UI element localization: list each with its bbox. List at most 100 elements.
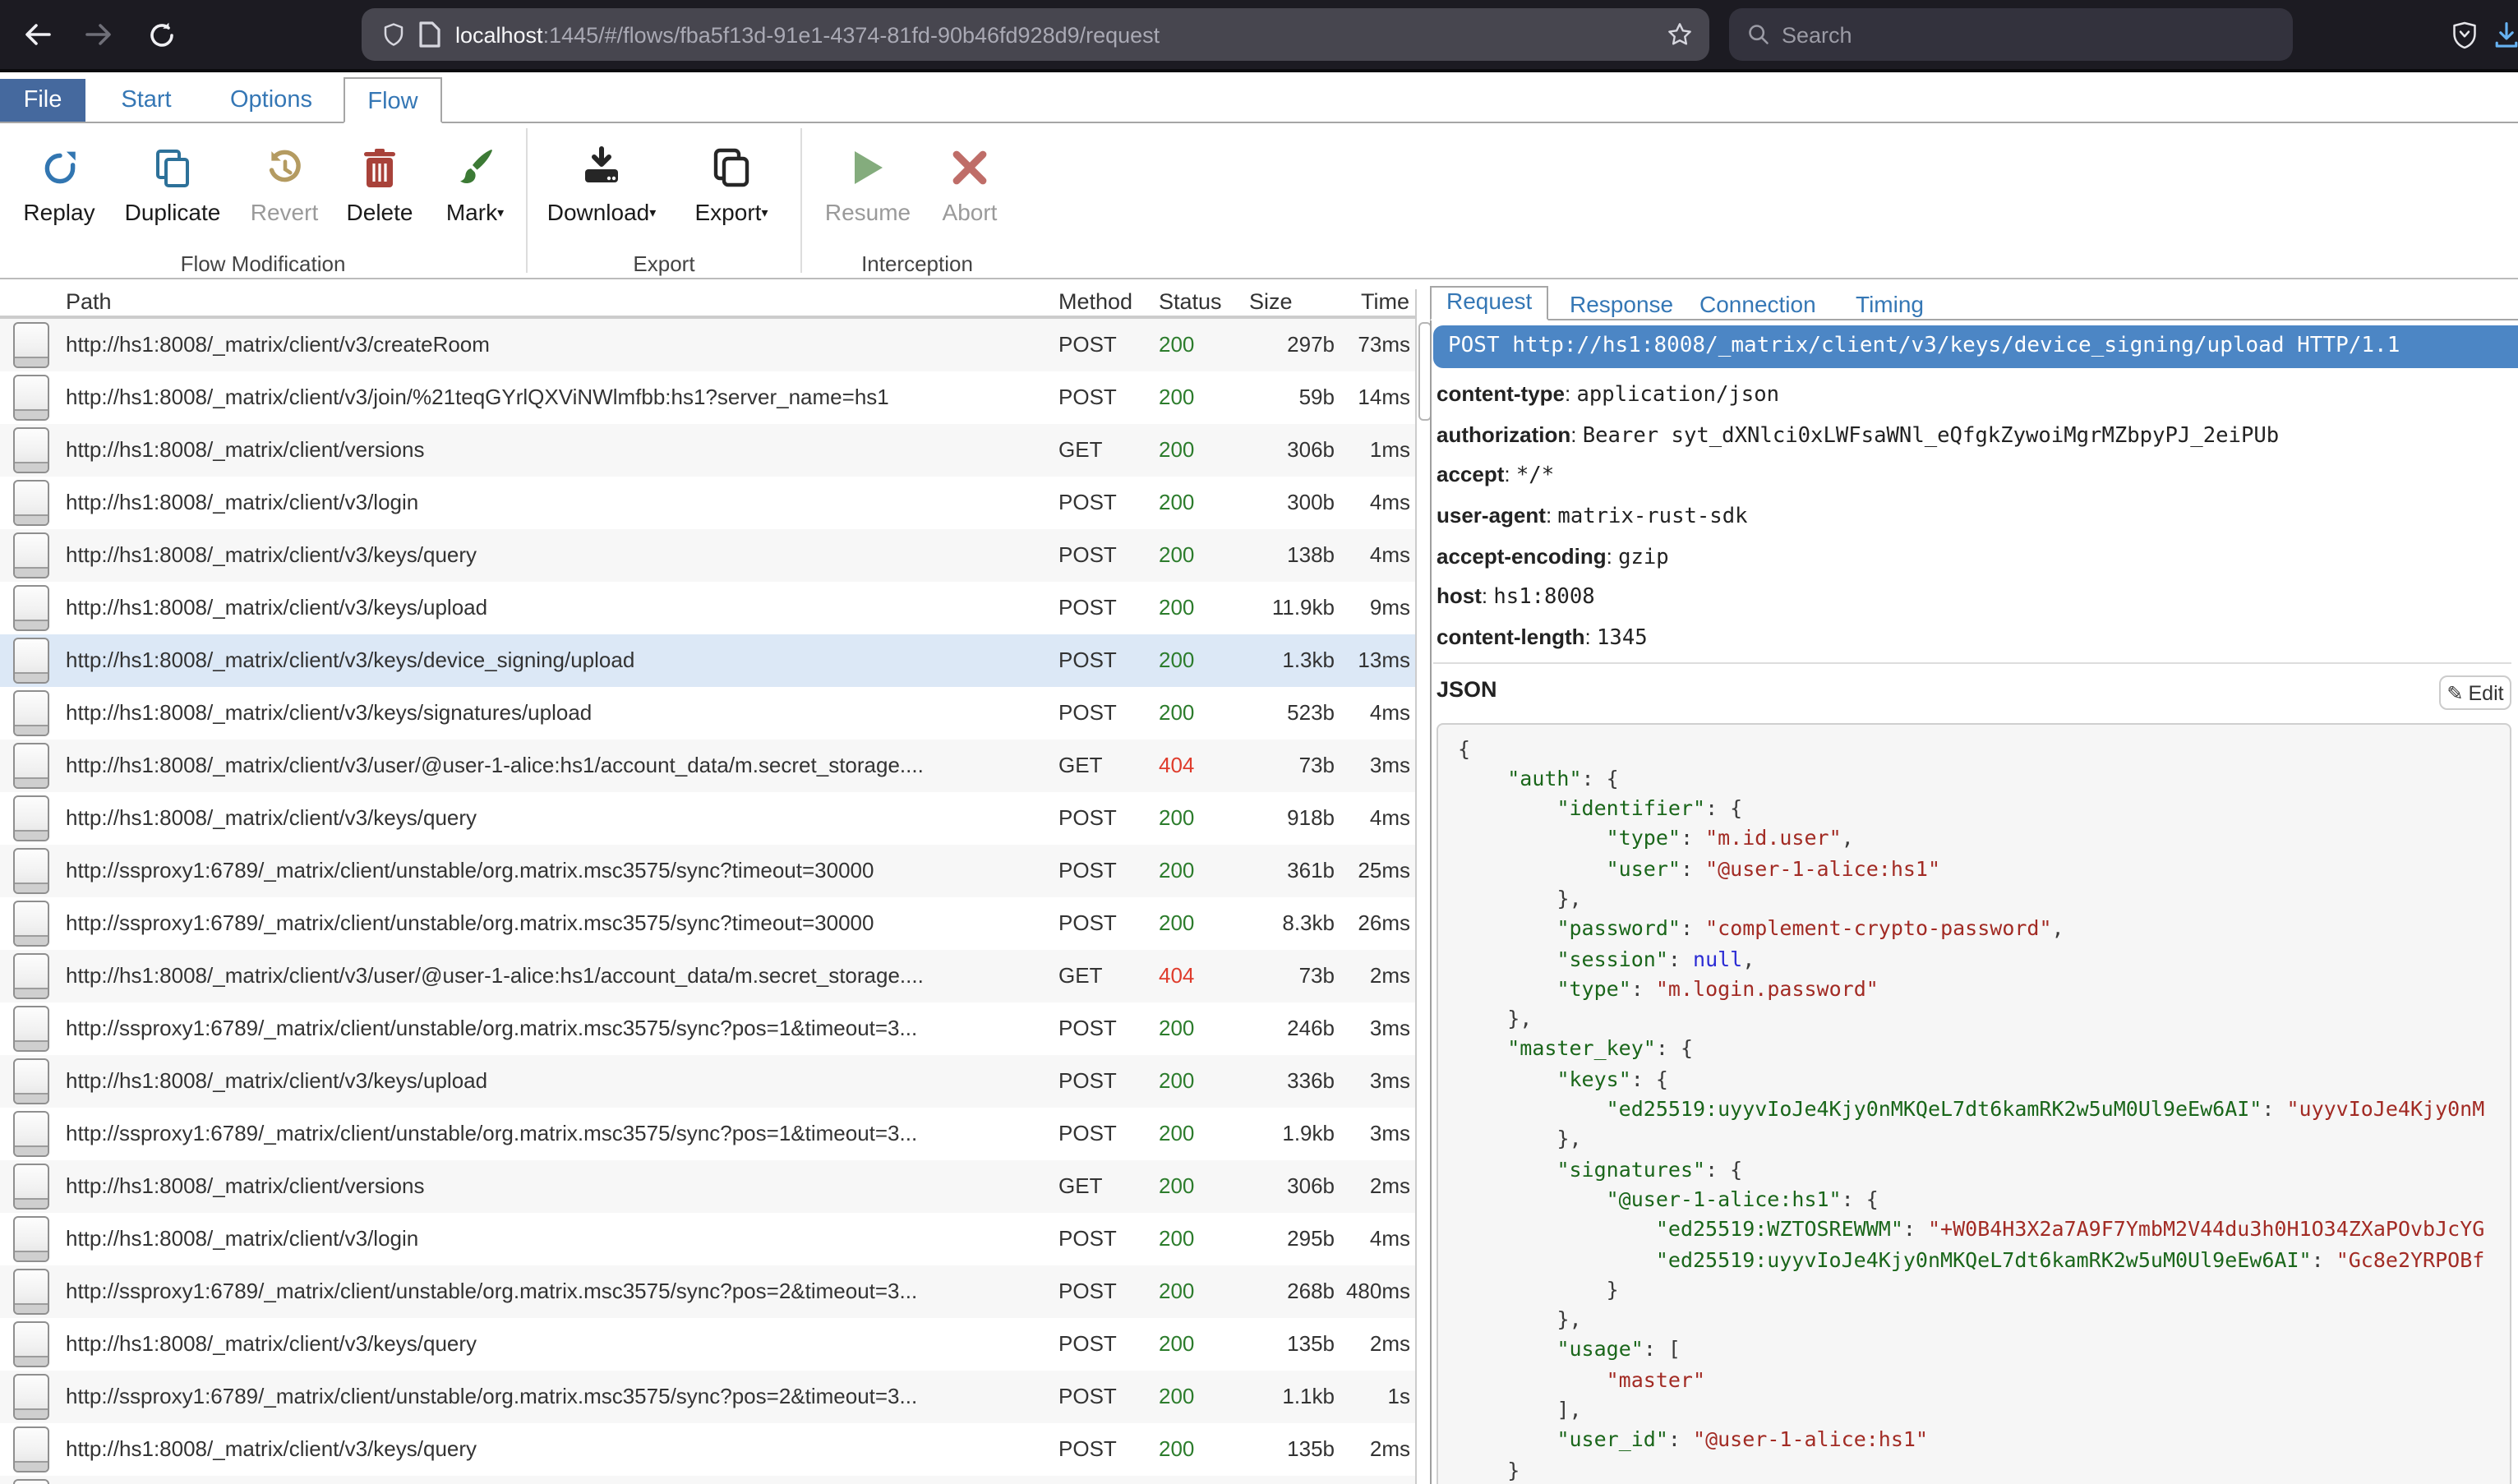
flow-row[interactable]: http://hs1:8008/_matrix/client/v3/keys/u…	[0, 1055, 1415, 1108]
export-button[interactable]: Export▾	[680, 143, 782, 225]
tab-response[interactable]: Response	[1555, 290, 1688, 318]
json-token-p: : {	[1656, 1036, 1693, 1061]
flow-time: 9ms	[1315, 582, 1410, 634]
flow-row[interactable]: http://hs1:8008/_matrix/client/v3/keys/q…	[0, 792, 1415, 845]
request-header[interactable]: content-length: 1345	[1437, 618, 2515, 658]
shield-icon[interactable]	[381, 21, 406, 48]
back-icon[interactable]	[16, 13, 59, 56]
request-header[interactable]: accept: */*	[1437, 456, 2515, 496]
flow-path: http://hs1:8008/_matrix/client/v3/login	[66, 477, 1052, 529]
flow-row[interactable]	[0, 1476, 1415, 1484]
flow-row[interactable]: http://hs1:8008/_matrix/client/v3/keys/q…	[0, 1318, 1415, 1371]
flow-table-header: Path Method Status Size Time	[0, 289, 1428, 316]
tab-file-label: File	[24, 87, 62, 113]
request-header[interactable]: content-type: application/json	[1437, 375, 2515, 415]
delete-button[interactable]: Delete	[339, 143, 421, 225]
json-token-k: "signatures"	[1556, 1156, 1705, 1181]
header-name: authorization	[1437, 422, 1570, 446]
reload-icon[interactable]	[140, 13, 182, 56]
flow-time: 2ms	[1315, 1423, 1410, 1476]
flow-row[interactable]: http://hs1:8008/_matrix/client/v3/keys/q…	[0, 1423, 1415, 1476]
flow-row[interactable]: http://ssproxy1:6789/_matrix/client/unst…	[0, 1371, 1415, 1423]
tab-file[interactable]: File	[0, 79, 85, 122]
flow-row[interactable]: http://hs1:8008/_matrix/client/v3/keys/s…	[0, 687, 1415, 740]
json-token-p: : {	[1631, 1067, 1668, 1091]
page-info-icon[interactable]	[419, 21, 440, 48]
flow-row[interactable]: http://hs1:8008/_matrix/client/v3/join/%…	[0, 371, 1415, 424]
header-colon: :	[1585, 624, 1597, 649]
edit-button[interactable]: ✎ Edit	[2439, 675, 2511, 710]
tab-connection[interactable]: Connection	[1685, 290, 1831, 318]
json-line: "ed25519:uyyvIoJe4Kjy0nMKQeL7dt6kamRK2w5…	[1458, 1245, 2490, 1275]
url-bar[interactable]: localhost:1445/#/flows/fba5f13d-91e1-437…	[362, 8, 1709, 61]
json-line: "type": "m.login.password"	[1458, 975, 2490, 1005]
flow-row[interactable]: http://hs1:8008/_matrix/client/versionsG…	[0, 1160, 1415, 1213]
tab-request[interactable]: Request	[1430, 285, 1548, 320]
flow-row[interactable]: http://ssproxy1:6789/_matrix/client/unst…	[0, 897, 1415, 950]
search-input[interactable]: Search	[1729, 8, 2293, 61]
flow-method: POST	[1058, 477, 1117, 529]
flow-path: http://hs1:8008/_matrix/client/v3/keys/u…	[66, 1055, 1052, 1108]
json-line: "auth": {	[1458, 764, 2490, 795]
tab-response-label: Response	[1570, 290, 1673, 316]
column-path[interactable]: Path	[66, 289, 112, 314]
flow-status: 200	[1159, 1318, 1194, 1371]
duplicate-button[interactable]: Duplicate	[115, 143, 230, 225]
flow-path: http://ssproxy1:6789/_matrix/client/unst…	[66, 1371, 1052, 1423]
flow-doc-icon	[13, 795, 49, 841]
revert-button[interactable]: Revert	[243, 143, 325, 225]
flow-row[interactable]: http://hs1:8008/_matrix/client/v3/user/@…	[0, 950, 1415, 1002]
json-token-k: "session"	[1556, 946, 1667, 970]
column-time[interactable]: Time	[1361, 289, 1409, 314]
column-size[interactable]: Size	[1249, 289, 1293, 314]
json-token-k: "@user-1-alice:hs1"	[1607, 1187, 1842, 1211]
flow-row[interactable]: http://hs1:8008/_matrix/client/v3/keys/q…	[0, 529, 1415, 582]
json-token-p: {	[1458, 735, 1470, 760]
tab-timing[interactable]: Timing	[1841, 290, 1939, 318]
flow-row[interactable]: http://hs1:8008/_matrix/client/v3/loginP…	[0, 1213, 1415, 1265]
json-line: "type": "m.id.user",	[1458, 824, 2490, 855]
flow-path: http://hs1:8008/_matrix/client/v3/keys/u…	[66, 582, 1052, 634]
download-button[interactable]: Download▾	[542, 143, 661, 225]
request-header[interactable]: user-agent: matrix-rust-sdk	[1437, 496, 2515, 537]
column-method[interactable]: Method	[1058, 289, 1132, 314]
flow-time: 14ms	[1315, 371, 1410, 424]
flow-path: http://hs1:8008/_matrix/client/v3/user/@…	[66, 950, 1052, 1002]
flow-row[interactable]: http://hs1:8008/_matrix/client/v3/user/@…	[0, 740, 1415, 792]
json-body-viewer[interactable]: { "auth": { "identifier": { "type": "m.i…	[1437, 722, 2511, 1484]
flow-row[interactable]: http://ssproxy1:6789/_matrix/client/unst…	[0, 845, 1415, 897]
export-icon	[680, 143, 782, 192]
flow-row[interactable]: http://hs1:8008/_matrix/client/v3/keys/u…	[0, 582, 1415, 634]
json-token-p: },	[1556, 886, 1581, 910]
flow-row[interactable]: http://ssproxy1:6789/_matrix/client/unst…	[0, 1108, 1415, 1160]
tab-flow[interactable]: Flow	[344, 77, 442, 123]
tab-start[interactable]: Start	[102, 79, 191, 122]
request-first-line[interactable]: POST http://hs1:8008/_matrix/client/v3/k…	[1433, 325, 2518, 367]
json-token-k: "type"	[1556, 976, 1630, 1001]
mark-button[interactable]: Mark▾	[431, 143, 519, 225]
json-line: "@user-1-alice:hs1": {	[1458, 1185, 2490, 1215]
resume-button[interactable]: Resume	[822, 143, 914, 225]
abort-button[interactable]: Abort	[930, 143, 1009, 225]
request-header[interactable]: accept-encoding: gzip	[1437, 537, 2515, 578]
flow-row[interactable]: http://hs1:8008/_matrix/client/versionsG…	[0, 424, 1415, 477]
column-status[interactable]: Status	[1159, 289, 1222, 314]
header-value: Bearer syt_dXNlci0xLWFsaWNl_eQfgkZywoiMg…	[1583, 423, 2280, 448]
replay-button[interactable]: Replay	[16, 143, 102, 225]
request-header[interactable]: authorization: Bearer syt_dXNlci0xLWFsaW…	[1437, 415, 2515, 455]
json-line: "master"	[1458, 1365, 2490, 1395]
flow-row[interactable]: http://hs1:8008/_matrix/client/v3/create…	[0, 319, 1415, 371]
flow-row[interactable]: http://hs1:8008/_matrix/client/v3/keys/d…	[0, 634, 1415, 687]
request-header[interactable]: host: hs1:8008	[1437, 578, 2515, 618]
pocket-shield-icon[interactable]	[2442, 13, 2485, 56]
flow-status: 200	[1159, 1371, 1194, 1423]
downloads-icon[interactable]	[2485, 13, 2518, 56]
json-token-s: "Gc8e2YRPOBf	[2336, 1247, 2485, 1271]
flow-row[interactable]: http://ssproxy1:6789/_matrix/client/unst…	[0, 1002, 1415, 1055]
json-line: "ed25519:WZTOSREWWM": "+W0B4H3X2a7A9F7Ym…	[1458, 1215, 2490, 1246]
flow-row[interactable]: http://hs1:8008/_matrix/client/v3/loginP…	[0, 477, 1415, 529]
tab-options[interactable]: Options	[220, 79, 322, 122]
flow-row[interactable]: http://ssproxy1:6789/_matrix/client/unst…	[0, 1265, 1415, 1318]
bookmark-star-icon[interactable]	[1667, 21, 1693, 48]
forward-icon[interactable]	[77, 13, 120, 56]
